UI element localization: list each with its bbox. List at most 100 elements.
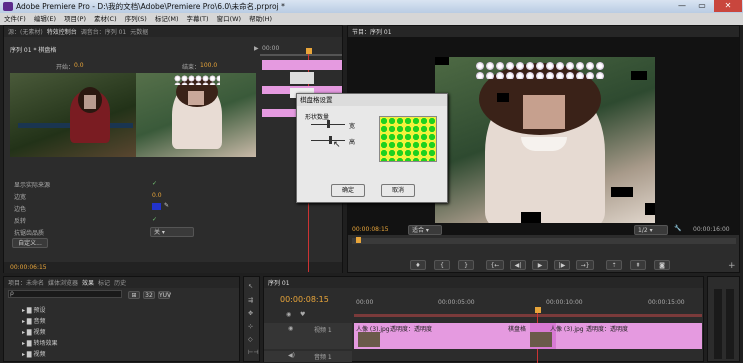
menu-marker[interactable]: 标记(M) — [155, 13, 179, 25]
menu-sequence[interactable]: 序列(S) — [125, 13, 147, 25]
play-only-icon[interactable]: ▶ — [254, 45, 259, 52]
border-width-value[interactable]: 0.0 — [152, 192, 162, 199]
end-value[interactable]: 100.0 — [200, 62, 217, 69]
export-frame-button[interactable]: ◙ — [654, 260, 670, 270]
ripple-edit-icon[interactable]: ✥ — [248, 310, 253, 317]
tab-project[interactable]: 项目：未命名 — [8, 278, 44, 287]
search-icon: ρ — [10, 290, 14, 297]
effects-search-input[interactable] — [8, 290, 122, 298]
set-marker-icon[interactable]: ♥ — [300, 311, 305, 318]
transition-label: 棋盘格 — [508, 326, 527, 333]
effect-timecode-bar — [4, 262, 342, 273]
tab-effect-controls[interactable]: 特效控制台 — [47, 27, 77, 36]
ruler-label: 00:00:10:00 — [546, 299, 583, 306]
accelerated-effects-icon[interactable]: ⊞ — [128, 291, 140, 299]
menu-project[interactable]: 项目(P) — [64, 13, 86, 25]
eye-icon[interactable]: ◉ — [288, 325, 293, 332]
lift-button[interactable]: ⇡ — [606, 260, 622, 270]
program-scrub-bar[interactable] — [352, 238, 736, 244]
yuv-effects-icon[interactable]: YUV — [158, 291, 171, 299]
eyedropper-icon[interactable]: ✎ — [164, 202, 169, 209]
fit-dropdown[interactable]: 适合 ▾ — [408, 225, 442, 235]
flower-wreath — [475, 61, 605, 79]
step-forward-button[interactable]: |▶ — [554, 260, 570, 270]
blurred-face — [84, 95, 96, 109]
program-timecode[interactable]: 00:00:08:15 — [352, 226, 389, 233]
mini-playhead[interactable] — [306, 48, 312, 54]
menu-edit[interactable]: 编辑(E) — [34, 13, 56, 25]
speaker-icon[interactable]: ◀) — [288, 352, 295, 359]
effect-timecode[interactable]: 00:00:06:15 — [10, 264, 47, 271]
mark-out-button[interactable]: } — [458, 260, 474, 270]
tab-media-browser[interactable]: 媒体浏览器 — [48, 278, 78, 287]
extract-button[interactable]: ⇞ — [630, 260, 646, 270]
end-preview-thumbnail — [136, 73, 256, 157]
ok-button[interactable]: 确定 — [331, 184, 365, 197]
border-color-swatch[interactable] — [152, 203, 161, 210]
minimize-icon[interactable]: — — [672, 0, 692, 12]
tree-video[interactable]: ▸ ▇ 视频 — [22, 327, 45, 336]
checker-block — [645, 203, 655, 215]
tab-sequence[interactable]: 序列 01 — [268, 278, 290, 287]
razor-tool-icon[interactable]: ◇ — [248, 336, 253, 343]
selection-tool-icon[interactable]: ↖ — [248, 283, 253, 290]
program-playhead[interactable] — [356, 237, 361, 243]
sequence-header: 序列 01 * 棋盘格 — [10, 47, 57, 54]
tree-transitions[interactable]: ▸ ▇ 转场效果 — [22, 338, 57, 347]
menu-file[interactable]: 文件(F) — [4, 13, 26, 25]
snap-icon[interactable]: ◉ — [286, 311, 291, 318]
show-source-label: 显示实际来源 — [14, 182, 51, 189]
mini-clip-bar[interactable] — [262, 60, 342, 70]
timeline-playhead[interactable] — [535, 307, 541, 313]
tab-history[interactable]: 历史 — [114, 278, 126, 287]
checker-block — [435, 57, 449, 65]
close-icon[interactable]: ✕ — [714, 0, 742, 12]
go-to-out-button[interactable]: →} — [576, 260, 594, 270]
show-source-checkbox[interactable]: ✓ — [152, 180, 157, 187]
play-button[interactable]: ▶ — [532, 260, 548, 270]
premiere-app-icon — [3, 2, 13, 11]
menu-clip[interactable]: 素材(C) — [94, 13, 117, 25]
video-track-name: 视频 1 — [314, 327, 332, 334]
work-area-bar[interactable] — [354, 314, 702, 317]
tab-program[interactable]: 节目：序列 01 — [352, 27, 392, 36]
slip-tool-icon[interactable]: ⊢⊣ — [248, 349, 258, 356]
menu-title[interactable]: 字幕(T) — [187, 13, 209, 25]
tree-presets[interactable]: ▸ ▇ 预设 — [22, 305, 45, 314]
timeline-timecode[interactable]: 00:00:08:15 — [280, 295, 329, 304]
tab-source[interactable]: 源：(无素材) — [8, 27, 43, 36]
mark-in-button[interactable]: { — [434, 260, 450, 270]
start-value[interactable]: 0.0 — [74, 62, 84, 69]
effect-controls-panel: 源：(无素材) 特效控制台 调音台：序列 01 元数据 序列 01 * 棋盘格 … — [3, 25, 343, 273]
reverse-checkbox[interactable]: ✓ — [152, 216, 157, 223]
clip-label: 人像 (3).jpg — [550, 326, 584, 333]
wrench-icon[interactable]: 🔧 — [674, 225, 681, 232]
tab-audio-mixer[interactable]: 调音台：序列 01 — [81, 27, 127, 36]
custom-button[interactable]: 自定义... — [12, 238, 48, 248]
border-color-label: 边色 — [14, 206, 27, 213]
menu-window[interactable]: 窗口(W) — [217, 13, 242, 25]
go-to-in-button[interactable]: {← — [486, 260, 504, 270]
tab-markers[interactable]: 标记 — [98, 278, 110, 287]
cancel-button[interactable]: 取消 — [381, 184, 415, 197]
rolling-edit-icon[interactable]: ⊹ — [248, 323, 253, 330]
tab-effects[interactable]: 效果 — [82, 278, 94, 287]
step-back-button[interactable]: ◀| — [510, 260, 526, 270]
add-marker-button[interactable]: ♦ — [410, 260, 426, 270]
width-slider-thumb[interactable] — [327, 120, 330, 128]
tree-video-effects[interactable]: ▸ ▇ 视频 — [22, 349, 45, 358]
track-select-icon[interactable]: ⇶ — [248, 297, 253, 304]
audio-meter-left — [714, 289, 722, 359]
tab-metadata[interactable]: 元数据 — [130, 27, 148, 36]
video-track-header — [264, 323, 352, 349]
tree-audio[interactable]: ▸ ▇ 音频 — [22, 316, 45, 325]
add-button-icon[interactable]: + — [728, 261, 736, 271]
menu-help[interactable]: 帮助(H) — [249, 13, 272, 25]
height-slider-thumb[interactable] — [329, 136, 332, 144]
tools-panel: ↖ ⇶ ✥ ⊹ ◇ ⊢⊣ — [243, 276, 260, 362]
antialias-dropdown[interactable]: 关 ▾ — [150, 227, 194, 237]
maximize-icon[interactable]: ▭ — [692, 0, 712, 12]
32bit-effects-icon[interactable]: 32 — [143, 291, 155, 299]
checkerboard-preview — [379, 116, 437, 162]
quality-dropdown[interactable]: 1/2 ▾ — [634, 225, 668, 235]
